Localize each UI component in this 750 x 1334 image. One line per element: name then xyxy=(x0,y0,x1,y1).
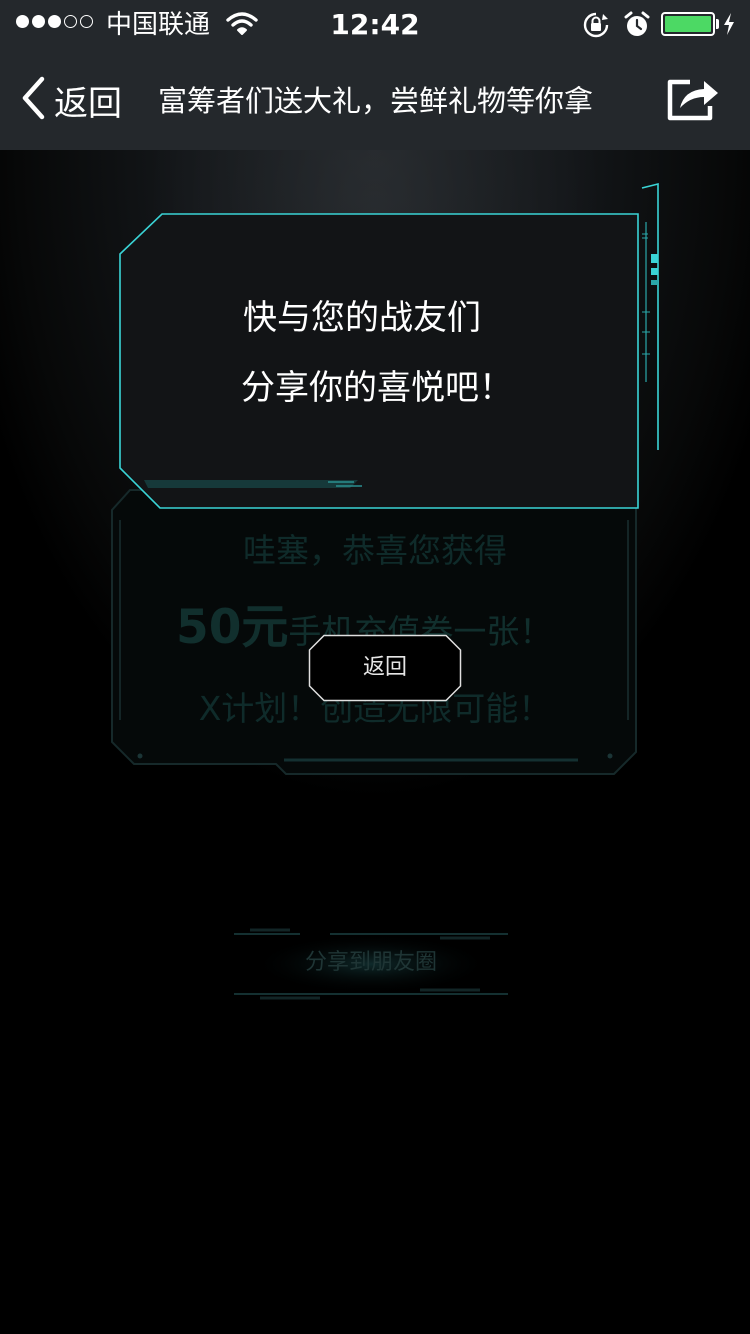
return-button[interactable]: 返回 xyxy=(308,634,462,702)
battery-icon xyxy=(661,12,715,36)
battery-nub xyxy=(716,19,719,29)
share-prompt-dialog xyxy=(119,182,659,509)
prize-amount: 50元 xyxy=(176,600,289,655)
battery-level xyxy=(665,16,711,32)
dialog-message-line1: 快与您的战友们 xyxy=(243,298,481,338)
page-title: 富筹者们送大礼，尝鲜礼物等你拿 xyxy=(158,84,594,118)
rotation-lock-icon xyxy=(582,11,610,43)
return-button-label: 返回 xyxy=(362,655,407,680)
share-icon[interactable] xyxy=(664,72,722,128)
share-to-moments-button[interactable]: 分享到朋友圈 xyxy=(230,920,512,1006)
navigation-bar: 返回 富筹者们送大礼，尝鲜礼物等你拿 xyxy=(0,50,750,150)
dialog-message-line2: 分享你的喜悦吧！ xyxy=(241,368,513,408)
charging-bolt-icon xyxy=(722,12,736,40)
status-bar: 中国联通 12:42 xyxy=(0,0,750,50)
chevron-left-icon xyxy=(20,76,46,124)
back-button[interactable]: 返回 xyxy=(20,70,122,130)
alarm-icon xyxy=(624,11,650,43)
prize-congrats-text: 哇塞，恭喜您获得 xyxy=(243,531,507,570)
content-area: 哇塞，恭喜您获得 50元手机充值券一张！ X计划！创造无限可能！ 快与您的战友们… xyxy=(0,150,750,1334)
share-to-moments-label: 分享到朋友圈 xyxy=(304,950,437,975)
back-button-label: 返回 xyxy=(54,83,122,124)
